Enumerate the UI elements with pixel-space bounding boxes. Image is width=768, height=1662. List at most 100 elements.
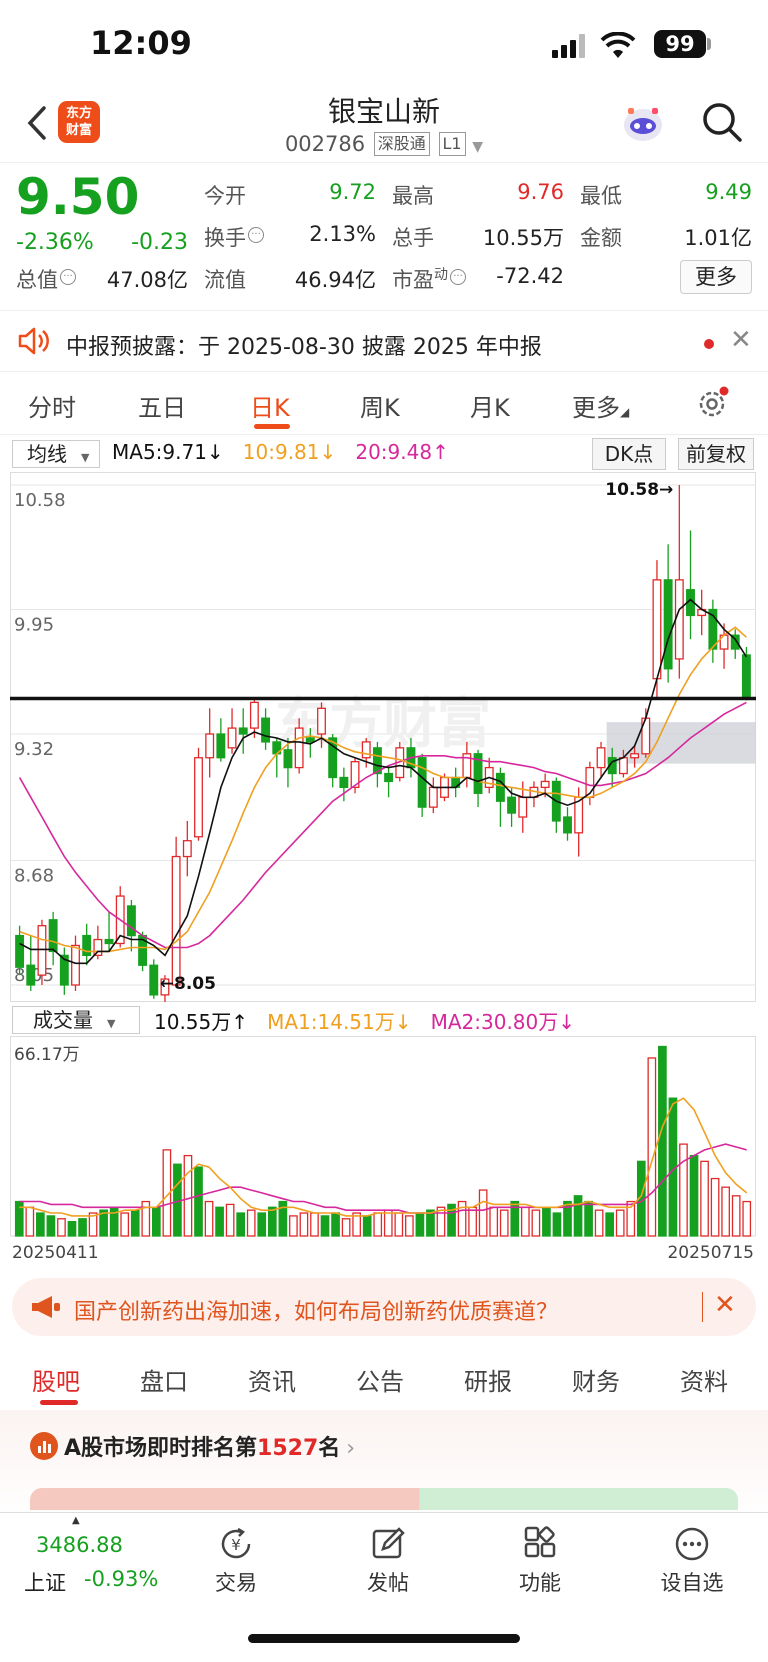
tab-month-k[interactable]: 月K — [470, 388, 510, 423]
current-price: 9.50 — [16, 168, 140, 226]
dk-point-button[interactable]: DK点 — [592, 438, 666, 470]
market-rank[interactable]: A股市场即时排名第1527名 › — [64, 1430, 355, 1462]
tab-forum[interactable]: 股吧 — [32, 1362, 80, 1397]
tab-profile[interactable]: 资料 — [680, 1362, 728, 1397]
volume-select-label: 成交量 — [33, 1008, 93, 1032]
tab-announcements[interactable]: 公告 — [356, 1362, 404, 1397]
volume-bar — [46, 1215, 56, 1237]
change-percent: -2.36% — [16, 230, 94, 255]
tab-news[interactable]: 资讯 — [248, 1362, 296, 1397]
pe-label-text: 市盈 — [392, 268, 434, 292]
caret-icon: ◢ — [620, 405, 630, 419]
volume-bar — [405, 1215, 414, 1237]
volume-bar — [120, 1212, 130, 1237]
candle — [428, 786, 438, 808]
high-value: 9.76 — [517, 180, 564, 204]
volume-bar — [225, 1203, 235, 1237]
tab-day-k[interactable]: 日K — [250, 388, 290, 423]
close-icon[interactable]: ✕ — [714, 1290, 736, 1320]
mktcap-label[interactable]: 总值 ··· — [16, 264, 76, 294]
pe-label[interactable]: 市盈动 ··· — [392, 264, 466, 294]
robot-assistant-icon[interactable] — [620, 104, 666, 144]
x-start-label: 20250411 — [12, 1243, 99, 1263]
notice-bar[interactable]: 中报预披露：于 2025-08-30 披露 2025 年中报 ✕ — [0, 310, 768, 372]
megaphone-icon — [30, 1294, 62, 1324]
candle — [93, 938, 103, 957]
candle — [317, 707, 326, 735]
chevron-down-icon: ▼ — [107, 1017, 116, 1030]
volume-bar — [78, 1218, 87, 1237]
volume-bar — [236, 1212, 246, 1237]
volume-bar — [57, 1218, 66, 1237]
volume-current: 10.55万↑ — [154, 1010, 249, 1034]
tab-financials[interactable]: 财务 — [572, 1362, 620, 1397]
turnover-value: 2.13% — [309, 222, 376, 246]
candle — [507, 796, 517, 814]
battery-tip — [707, 38, 711, 50]
tab-five-day[interactable]: 五日 — [138, 388, 186, 423]
open-value: 9.72 — [329, 180, 376, 204]
promo-banner[interactable]: 国产创新药出海加速，如何布局创新药优质赛道？ ✕ — [12, 1278, 756, 1336]
tab-week-k[interactable]: 周K — [360, 388, 400, 423]
tab-more[interactable]: 更多◢ — [572, 388, 629, 423]
volume-bar — [299, 1212, 309, 1237]
volume-indicator-select[interactable]: 成交量 ▼ — [12, 1006, 140, 1034]
nav-post[interactable]: 发帖 — [338, 1525, 438, 1597]
chevron-down-icon: ▼ — [81, 451, 90, 464]
turnover-label-text: 换手 — [204, 226, 246, 250]
more-button[interactable]: 更多 — [680, 260, 752, 294]
candle — [294, 727, 304, 769]
rank-prefix: A股市场即时排名第 — [64, 1436, 258, 1461]
nav-trade[interactable]: ¥ 交易 — [186, 1525, 286, 1597]
mktcap-value: 47.08亿 — [106, 268, 188, 292]
volume-bar — [246, 1209, 256, 1237]
volume-max-label: 66.17万 — [14, 1045, 80, 1065]
candlestick-chart[interactable]: 10.589.959.328.688.05东方财富10.58→←8.05 — [10, 472, 756, 1002]
volume-bar — [320, 1215, 330, 1237]
sentiment-bar — [30, 1488, 738, 1510]
turnover-label[interactable]: 换手 ··· — [204, 222, 264, 252]
adjust-button[interactable]: 前复权 — [678, 438, 754, 470]
high-label: 最高 — [392, 184, 434, 208]
candle — [563, 816, 572, 834]
volume-bar — [710, 1177, 720, 1237]
volume-bar — [647, 1057, 657, 1237]
volume-bar — [468, 1206, 477, 1237]
volume-chart[interactable]: 66.17万 20250411 20250715 — [10, 1036, 756, 1266]
info-icon: ··· — [60, 269, 76, 285]
volume-bar — [531, 1209, 541, 1237]
settings-gear-icon[interactable] — [696, 386, 730, 424]
volume-value: 10.55万 — [482, 226, 564, 250]
volume-bar — [658, 1045, 667, 1237]
speaker-icon — [16, 325, 50, 361]
index-value[interactable]: 3486.88 — [36, 1533, 123, 1557]
tab-research[interactable]: 研报 — [464, 1362, 512, 1397]
indicator-select[interactable]: 均线 ▼ — [12, 440, 100, 468]
candle — [82, 934, 92, 957]
volume-ma1: MA1:14.51万↓ — [267, 1010, 412, 1034]
y-tick-label: 10.58 — [14, 490, 66, 511]
float-value: 46.94亿 — [294, 268, 376, 292]
nav-trade-label: 交易 — [215, 1571, 257, 1595]
battery-icon: 99 — [654, 30, 706, 58]
status-time: 12:09 — [90, 24, 192, 62]
range-highlight — [606, 722, 756, 764]
search-button[interactable] — [700, 100, 744, 144]
y-tick-label: 9.95 — [14, 615, 54, 636]
open-label: 今开 — [204, 184, 246, 208]
volume-bar — [204, 1200, 214, 1237]
expand-caret-icon[interactable]: ▲ — [72, 1515, 80, 1526]
candle — [618, 757, 628, 775]
nav-functions[interactable]: 功能 — [490, 1525, 590, 1597]
tab-order-book[interactable]: 盘口 — [140, 1362, 188, 1397]
volume-bar — [700, 1160, 709, 1237]
candle — [417, 757, 427, 808]
tab-intraday[interactable]: 分时 — [28, 388, 76, 423]
wifi-icon — [600, 31, 636, 64]
volume-values: 10.55万↑ MA1:14.51万↓ MA2:30.80万↓ — [154, 1006, 575, 1035]
promo-text: 国产创新药出海加速，如何布局创新药优质赛道？ — [74, 1300, 559, 1325]
unread-dot — [704, 339, 714, 349]
volume-bar — [394, 1212, 404, 1237]
nav-watchlist[interactable]: 设自选 — [642, 1525, 742, 1597]
close-icon[interactable]: ✕ — [730, 325, 752, 355]
